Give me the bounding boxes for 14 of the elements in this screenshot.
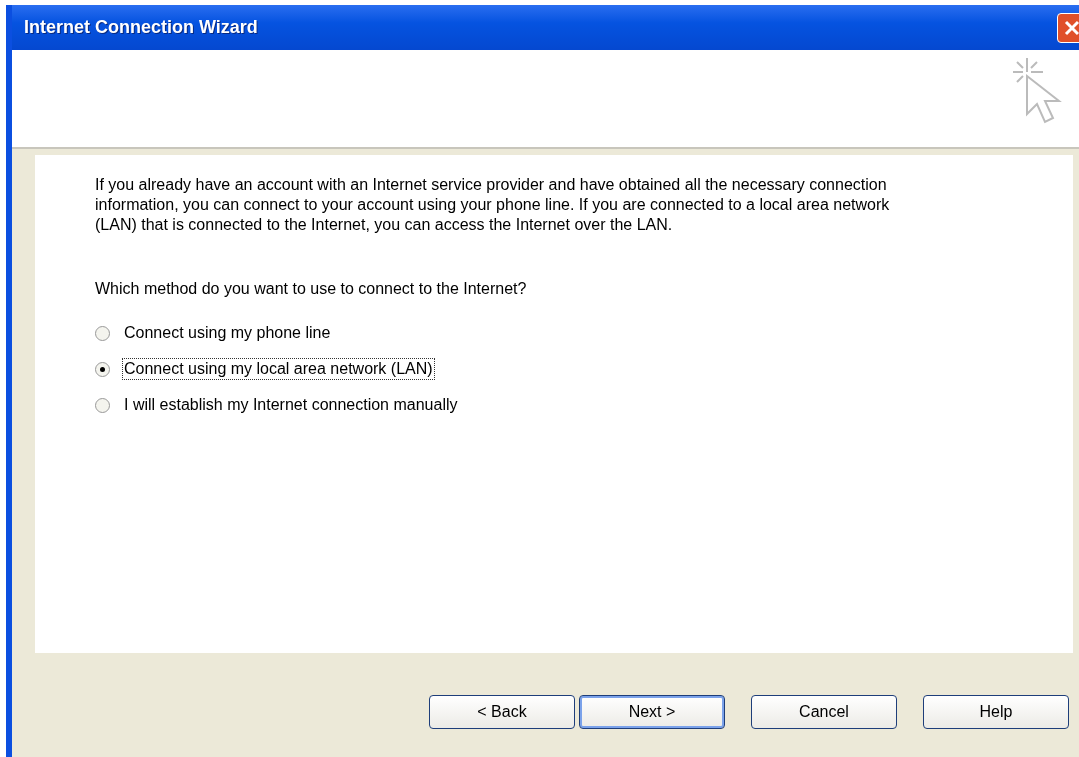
cancel-button[interactable]: Cancel (751, 695, 897, 729)
radio-button[interactable] (95, 361, 110, 377)
option-label[interactable]: Connect using my phone line (122, 322, 333, 344)
intro-paragraph: If you already have an account with an Internet service provider and have obtained all the necessary connection information, you can connect to your account using your phone line. If you are connected to a local area network (LAN) that is connected to the Internet, you can access the Internet over the LAN. (95, 175, 891, 235)
back-button[interactable]: < Back (429, 695, 575, 729)
question-text: Which method do you want to use to connect to the Internet? (95, 280, 528, 298)
next-button[interactable]: Next > (579, 695, 725, 729)
close-button[interactable] (1057, 12, 1079, 43)
option-label[interactable]: I will establish my Internet connection manually (122, 394, 460, 416)
radio-button[interactable] (95, 325, 110, 341)
window-title: Internet Connection Wizard (24, 17, 258, 38)
help-button[interactable]: Help (923, 695, 1069, 729)
option-label[interactable]: Connect using my local area network (LAN) (122, 358, 435, 380)
radio-button[interactable] (95, 397, 110, 413)
